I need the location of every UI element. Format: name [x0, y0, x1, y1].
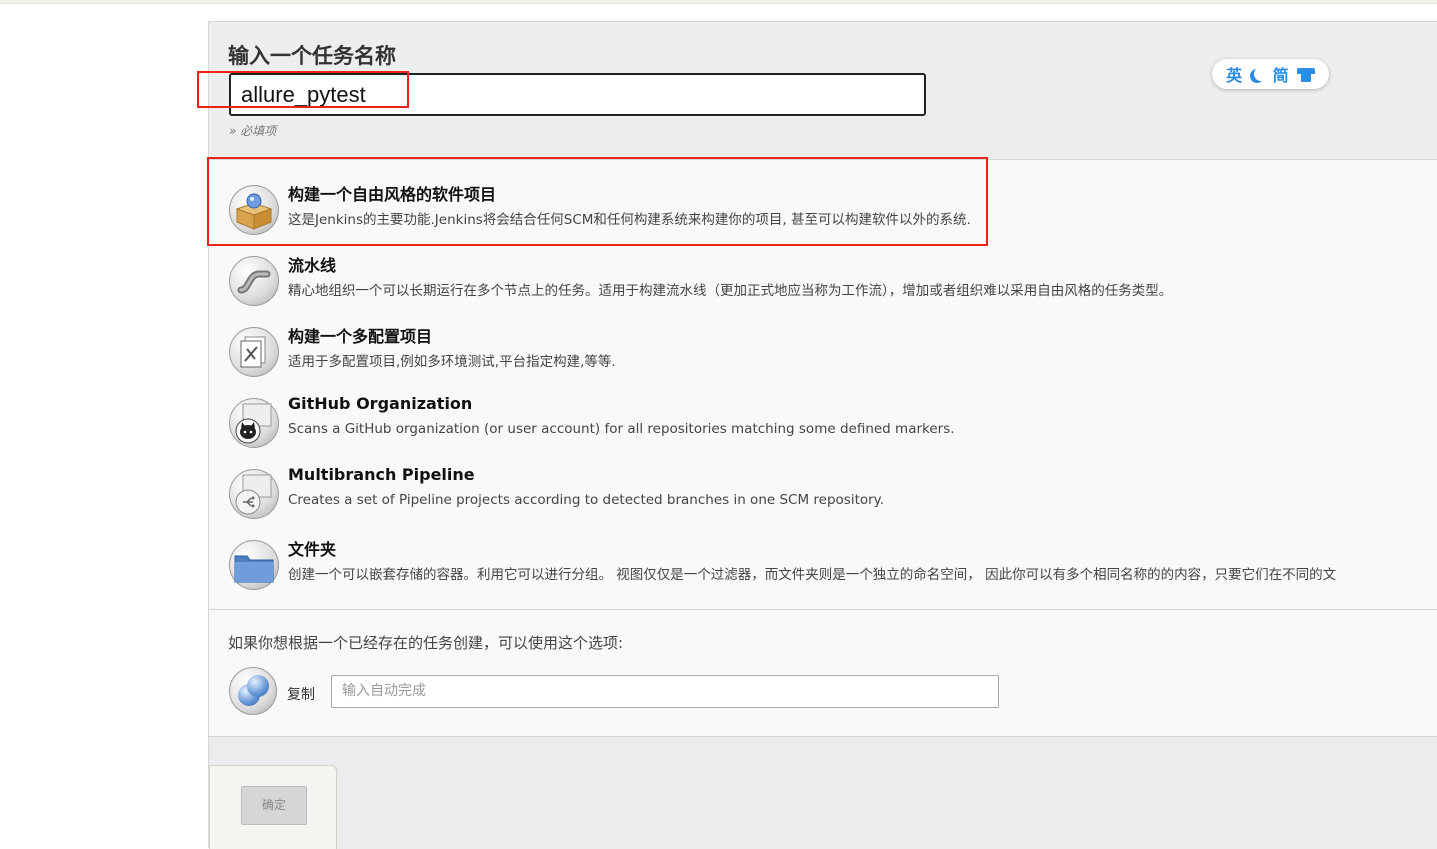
language-widget[interactable]: 英 简 — [1212, 59, 1329, 89]
job-type-title: GitHub Organization — [288, 394, 473, 413]
moon-icon[interactable] — [1254, 67, 1268, 81]
annotation-box-freestyle — [207, 157, 988, 246]
job-type-multibranch[interactable]: Multibranch Pipeline Creates a set of Pi… — [229, 465, 1437, 525]
folder-icon — [229, 540, 279, 590]
footer-bar: 确定 — [209, 737, 1437, 849]
pipeline-icon — [229, 256, 279, 306]
copy-from-hint: 如果你想根据一个已经存在的任务创建，可以使用这个选项: — [228, 634, 624, 652]
lang-simplified-toggle[interactable]: 简 — [1273, 62, 1289, 86]
annotation-box-name — [197, 71, 409, 108]
ok-button[interactable]: 确定 — [241, 786, 307, 825]
job-type-title: 文件夹 — [288, 540, 337, 559]
required-note: » 必填项 — [229, 124, 277, 138]
item-name-title: 输入一个任务名称 — [228, 44, 396, 68]
multi-config-icon — [229, 327, 279, 377]
copy-icon — [229, 667, 277, 715]
job-type-title: Multibranch Pipeline — [288, 465, 475, 484]
job-type-folder[interactable]: 文件夹 创建一个可以嵌套存储的容器。利用它可以进行分组。 视图仅仅是一个过滤器，… — [229, 536, 1437, 596]
job-type-desc: 创建一个可以嵌套存储的容器。利用它可以进行分组。 视图仅仅是一个过滤器，而文件夹… — [288, 567, 1337, 583]
job-type-desc: Creates a set of Pipeline projects accor… — [288, 492, 885, 508]
multibranch-icon — [229, 469, 279, 519]
job-type-github-org[interactable]: GitHub Organization Scans a GitHub organ… — [229, 394, 1437, 454]
ok-button-container: 确定 — [209, 765, 337, 849]
job-type-desc: 精心地组织一个可以长期运行在多个节点上的任务。适用于构建流水线（更加正式地应当称… — [288, 283, 1173, 299]
job-type-multi-config[interactable]: 构建一个多配置项目 适用于多配置项目,例如多环境测试,平台指定构建,等等. — [229, 323, 1437, 383]
job-type-desc: Scans a GitHub organization (or user acc… — [288, 421, 955, 437]
github-icon — [229, 398, 279, 448]
top-strip — [0, 0, 1437, 4]
copy-from-input[interactable]: 输入自动完成 — [331, 675, 999, 708]
job-type-desc: 适用于多配置项目,例如多环境测试,平台指定构建,等等. — [288, 354, 616, 370]
job-type-title: 流水线 — [288, 256, 337, 275]
job-type-pipeline[interactable]: 流水线 精心地组织一个可以长期运行在多个节点上的任务。适用于构建流水线（更加正式… — [229, 252, 1437, 312]
copy-from-section: 如果你想根据一个已经存在的任务创建，可以使用这个选项: 复制 输入自动完成 — [209, 609, 1437, 737]
shirt-icon[interactable] — [1296, 66, 1315, 82]
new-item-panel: 输入一个任务名称 allure_pytest » 必填项 英 简 构建一个自由风… — [208, 21, 1437, 849]
copy-label: 复制 — [287, 687, 315, 703]
job-type-title: 构建一个多配置项目 — [288, 327, 433, 346]
lang-english-toggle[interactable]: 英 — [1226, 62, 1242, 86]
